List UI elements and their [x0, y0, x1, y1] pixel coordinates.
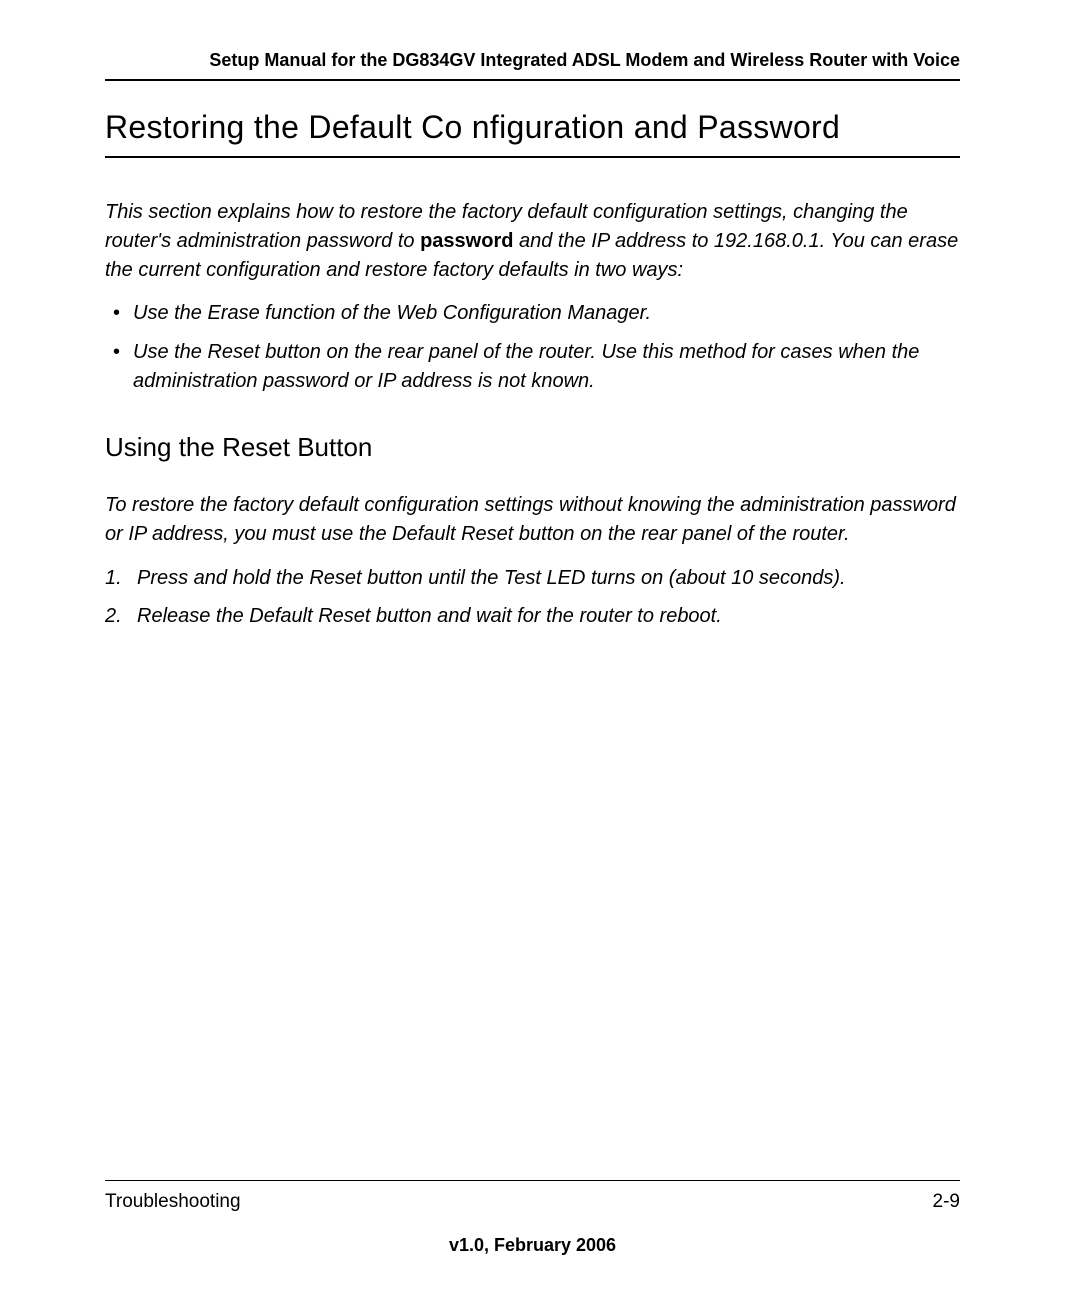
page-container: Setup Manual for the DG834GV Integrated … [0, 0, 1080, 1296]
reset-intro-paragraph: To restore the factory default configura… [105, 491, 960, 549]
step-item: 2. Release the Default Reset button and w… [105, 601, 960, 631]
intro-bold-password: password [420, 230, 513, 252]
bullet-list: Use the Erase function of the Web Config… [105, 299, 960, 396]
bullet-item: Use the Erase function of the Web Config… [105, 299, 960, 328]
main-heading: Restoring the Default Co nfiguration and… [105, 109, 960, 158]
step-text: Press and hold the Reset button until th… [137, 567, 846, 589]
step-number: 2. [105, 601, 122, 631]
footer-page-number: 2-9 [933, 1191, 960, 1213]
step-number: 1. [105, 563, 122, 593]
bullet-item: Use the Reset button on the rear panel o… [105, 338, 960, 396]
footer-section-name: Troubleshooting [105, 1191, 241, 1213]
step-item: 1. Press and hold the Reset button until … [105, 563, 960, 593]
page-footer: Troubleshooting 2-9 v1.0, February 2006 [105, 1180, 960, 1256]
intro-paragraph: This section explains how to restore the… [105, 198, 960, 285]
numbered-list: 1. Press and hold the Reset button until … [105, 563, 960, 631]
page-header-title: Setup Manual for the DG834GV Integrated … [105, 50, 960, 81]
sub-heading: Using the Reset Button [105, 432, 960, 463]
step-text: Release the Default Reset button and wai… [137, 605, 722, 627]
footer-version: v1.0, February 2006 [105, 1235, 960, 1256]
footer-line: Troubleshooting 2-9 [105, 1180, 960, 1213]
